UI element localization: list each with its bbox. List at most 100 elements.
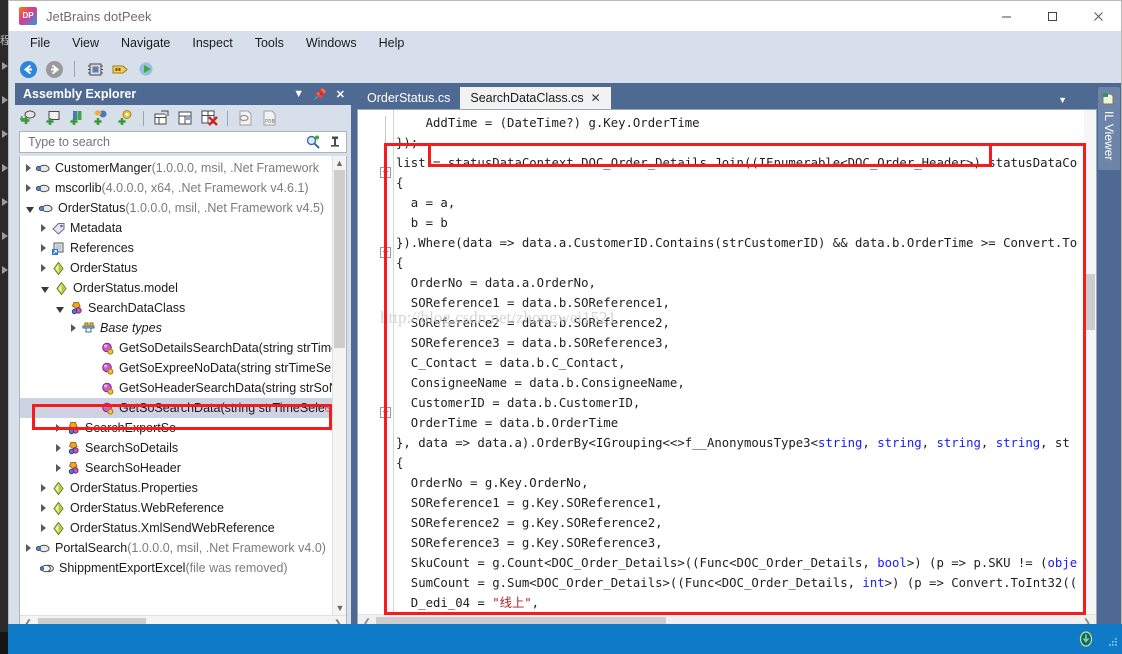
il-viewer-tab[interactable]: IL Viewer (1098, 87, 1120, 171)
close-icon[interactable]: ✕ (336, 88, 345, 101)
assembly-icon[interactable] (84, 58, 106, 80)
tree-item-getsosearchdata-string-strtimeselect[interactable]: GetSoSearchData(string strTimeSelect s (20, 398, 332, 418)
menu-navigate[interactable]: Navigate (110, 33, 181, 53)
assembly-tree[interactable]: CustomerManger (1.0.0.0, msil, .Net Fram… (19, 156, 347, 631)
code-line[interactable]: OrderTime = data.b.OrderTime (396, 413, 1084, 433)
code-line[interactable]: CustomerID = data.b.CustomerID, (396, 393, 1084, 413)
expander-closed-icon[interactable] (26, 184, 31, 192)
code-line[interactable]: b = b (396, 213, 1084, 233)
search-input[interactable] (20, 134, 302, 150)
download-icon[interactable] (1078, 631, 1094, 647)
expander-closed-icon[interactable] (56, 444, 61, 452)
resize-grip[interactable] (1108, 634, 1118, 646)
code-line[interactable]: OrderNo = data.a.OrderNo, (396, 273, 1084, 293)
tree-item-searchsoheader[interactable]: SearchSoHeader (20, 458, 332, 478)
code-line[interactable]: }).Where(data => data.a.CustomerID.Conta… (396, 233, 1084, 253)
code-line[interactable]: C_Contact = data.b.C_Contact, (396, 353, 1084, 373)
tree-item-mscorlib[interactable]: mscorlib (4.0.0.0, x64, .Net Framework v… (20, 178, 332, 198)
code-line[interactable]: AddTime = (DateTime?) g.Key.OrderTime (396, 113, 1084, 133)
expander-open-icon[interactable] (26, 206, 34, 213)
search-box[interactable] (19, 131, 347, 153)
tree-item-references[interactable]: References (20, 238, 332, 258)
menu-file[interactable]: File (19, 33, 61, 53)
open-assembly-icon[interactable] (19, 108, 40, 129)
tree-item-orderstatus-properties[interactable]: OrderStatus.Properties (20, 478, 332, 498)
tree-item-shippmentexportexcel[interactable]: ShippmentExportExcel (file was removed) (20, 558, 332, 578)
code-line[interactable]: { (396, 173, 1084, 193)
fold-toggle[interactable]: − (380, 167, 391, 178)
open-from-folder-icon[interactable] (43, 108, 64, 129)
menu-tools[interactable]: Tools (244, 33, 295, 53)
tab-searchdataclass-cs[interactable]: SearchDataClass.cs ✕ (460, 87, 611, 109)
expander-closed-icon[interactable] (41, 224, 46, 232)
tree-item-metadata[interactable]: Metadata (20, 218, 332, 238)
fold-toggle[interactable]: − (380, 407, 391, 418)
scroll-up-icon[interactable]: ▲ (333, 156, 346, 170)
editor-gutter[interactable]: − − − (358, 110, 394, 631)
pdb-icon[interactable]: PDB (259, 108, 280, 129)
code-line[interactable]: { (396, 253, 1084, 273)
expander-closed-icon[interactable] (26, 544, 31, 552)
export-icon[interactable] (151, 108, 172, 129)
tree-item-searchsodetails[interactable]: SearchSoDetails (20, 438, 332, 458)
assembly-tree-rows[interactable]: CustomerManger (1.0.0.0, msil, .Net Fram… (20, 156, 332, 615)
code-line[interactable]: }); (396, 133, 1084, 153)
menu-view[interactable]: View (61, 33, 110, 53)
open-pdb-icon[interactable] (235, 108, 256, 129)
code-line[interactable]: SOReference2 = data.b.SOReference2, (396, 313, 1084, 333)
menu-help[interactable]: Help (368, 33, 416, 53)
tree-item-getsoheadersearchdata-string-strsono[interactable]: GetSoHeaderSearchData(string strSoNo (20, 378, 332, 398)
pin-icon[interactable] (324, 135, 346, 149)
minimize-button[interactable] (983, 1, 1029, 31)
code-line[interactable]: a = a, (396, 193, 1084, 213)
editor-vertical-scrollbar[interactable] (1084, 110, 1096, 614)
code-line[interactable]: SOReference2 = g.Key.SOReference2, (396, 513, 1084, 533)
expander-closed-icon[interactable] (26, 164, 31, 172)
expander-open-icon[interactable] (41, 286, 49, 293)
close-button[interactable] (1075, 1, 1121, 31)
tree-item-getsodetailssearchdata-string-strtimes[interactable]: GetSoDetailsSearchData(string strTimeS (20, 338, 332, 358)
code-line[interactable]: D_edi_04 = "线上", (396, 593, 1084, 613)
code-line[interactable]: list = statusDataContext.DOC_Order_Detai… (396, 153, 1084, 173)
code-line[interactable]: SOReference3 = g.Key.SOReference3, (396, 533, 1084, 553)
expander-closed-icon[interactable] (41, 504, 46, 512)
tree-item-portalsearch[interactable]: PortalSearch (1.0.0.0, msil, .Net Framew… (20, 538, 332, 558)
tree-vertical-scrollbar[interactable]: ▲ ▼ (332, 156, 346, 615)
tree-item-customermanger[interactable]: CustomerManger (1.0.0.0, msil, .Net Fram… (20, 158, 332, 178)
tree-item-getsoexpreenodata-string-strtimeselec[interactable]: GetSoExpreeNoData(string strTimeSelec (20, 358, 332, 378)
code-line[interactable]: OrderNo = g.Key.OrderNo, (396, 473, 1084, 493)
search-icon[interactable] (302, 134, 324, 150)
tree-item-orderstatus-webreference[interactable]: OrderStatus.WebReference (20, 498, 332, 518)
menu-windows[interactable]: Windows (295, 33, 368, 53)
code-line[interactable]: SOReference3 = data.b.SOReference3, (396, 333, 1084, 353)
code-editor[interactable]: − − − AddTime = (DateTime?) g.Key.OrderT… (357, 109, 1097, 631)
open-from-gac-icon[interactable] (67, 108, 88, 129)
maximize-button[interactable] (1029, 1, 1075, 31)
tree-item-searchdataclass[interactable]: SearchDataClass (20, 298, 332, 318)
chevron-down-icon[interactable]: ▼ (1058, 95, 1067, 105)
code-text[interactable]: AddTime = (DateTime?) g.Key.OrderTime});… (396, 113, 1084, 614)
code-line[interactable]: SOReference1 = data.b.SOReference1, (396, 293, 1084, 313)
code-line[interactable]: { (396, 453, 1084, 473)
open-process-icon[interactable] (91, 108, 112, 129)
back-icon[interactable] (17, 58, 39, 80)
code-line[interactable]: SumCount = g.Sum<DOC_Order_Details>((Fun… (396, 573, 1084, 593)
open-nuget-icon[interactable] (115, 108, 136, 129)
tab-close-icon[interactable]: ✕ (591, 91, 601, 105)
expander-closed-icon[interactable] (56, 424, 61, 432)
metadata-icon[interactable] (110, 58, 132, 80)
expander-closed-icon[interactable] (71, 324, 76, 332)
fold-toggle[interactable]: − (380, 247, 391, 258)
tree-item-orderstatus[interactable]: OrderStatus (1.0.0.0, msil, .Net Framewo… (20, 198, 332, 218)
remove-assembly-icon[interactable] (199, 108, 220, 129)
code-line[interactable]: SOReference1 = g.Key.SOReference1, (396, 493, 1084, 513)
expander-open-icon[interactable] (56, 306, 64, 313)
expander-closed-icon[interactable] (41, 524, 46, 532)
pin-icon[interactable]: 📌 (313, 88, 327, 101)
code-line[interactable]: SkuCount = g.Count<DOC_Order_Details>((F… (396, 553, 1084, 573)
expander-closed-icon[interactable] (41, 484, 46, 492)
tree-item-base-types[interactable]: Base types (20, 318, 332, 338)
scroll-down-icon[interactable]: ▼ (333, 601, 346, 615)
tree-item-searchexportso[interactable]: SearchExportSo (20, 418, 332, 438)
expander-closed-icon[interactable] (56, 464, 61, 472)
